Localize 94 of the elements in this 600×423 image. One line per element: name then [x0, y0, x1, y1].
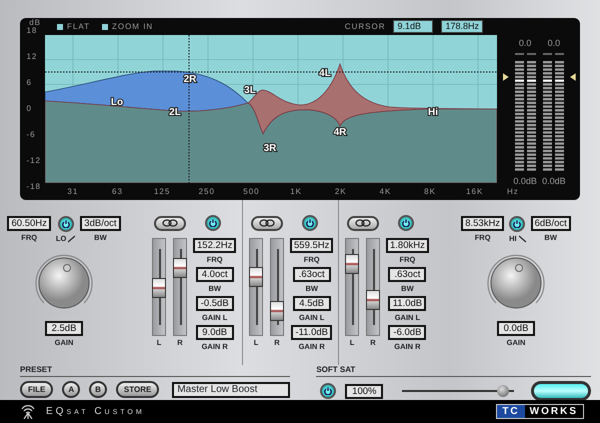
- axis-tick: -12: [26, 156, 41, 165]
- cursor-frequency-field: 178.8Hz: [441, 20, 483, 33]
- power-button[interactable]: [509, 216, 526, 232]
- axis-tick: -18: [26, 182, 41, 191]
- axis-tick: 250: [198, 186, 216, 198]
- value-field[interactable]: 11.0dB: [388, 296, 426, 311]
- section-title: PRESET: [20, 365, 290, 377]
- axis-tick: 12: [26, 52, 38, 61]
- brand-logo-text: TC: [497, 405, 525, 418]
- link-button[interactable]: [347, 216, 379, 230]
- fader-thumb[interactable]: [270, 300, 284, 321]
- band-handle-label[interactable]: 2L: [169, 107, 181, 118]
- axis-unit: dB: [29, 18, 41, 27]
- power-button[interactable]: [58, 216, 74, 232]
- axis-tick: 6: [26, 78, 33, 87]
- fader-thumb[interactable]: [173, 258, 187, 278]
- value-field[interactable]: 0.0dB: [497, 321, 535, 336]
- axis-tick: 63: [111, 186, 124, 198]
- axis-tick: 0: [26, 104, 33, 113]
- axis-tick: 125: [152, 186, 172, 198]
- value-field[interactable]: 559.5Hz: [290, 238, 334, 253]
- value-field[interactable]: 8.53kHz: [461, 216, 504, 231]
- axis-tick: 18: [26, 26, 38, 35]
- section-title: SOFT SAT: [316, 365, 592, 377]
- legend-label[interactable]: ZOOM IN: [112, 20, 154, 32]
- fader-thumb[interactable]: [345, 254, 359, 274]
- band-handle-label[interactable]: 3R: [264, 143, 276, 154]
- axis-tick: 31: [66, 186, 80, 198]
- link-icon: [355, 219, 371, 227]
- preset-button[interactable]: A: [62, 381, 80, 398]
- value-field[interactable]: -6.0dB: [388, 325, 426, 340]
- value-field[interactable]: 4.0oct: [196, 267, 234, 282]
- value-field[interactable]: 152.2Hz: [193, 238, 236, 253]
- square-icon: [57, 24, 63, 30]
- fader-thumb[interactable]: [366, 290, 380, 310]
- power-icon: [324, 387, 332, 395]
- slope-icon: [68, 234, 76, 242]
- value-field[interactable]: 100%: [345, 384, 384, 398]
- axis-tick: 16K: [465, 186, 484, 198]
- axis-tick: -6: [26, 130, 37, 139]
- axis-tick: 4K: [378, 186, 392, 198]
- band-handle-label[interactable]: 4R: [334, 127, 346, 138]
- value-field[interactable]: .63oct: [388, 267, 426, 282]
- meter-reading: 0.0dB: [542, 176, 566, 187]
- power-icon: [513, 220, 522, 228]
- slope-icon: [518, 234, 526, 242]
- fader-thumb[interactable]: [152, 278, 166, 298]
- cursor-label: CURSOR: [344, 20, 386, 32]
- value-field[interactable]: -11.0dB: [291, 325, 332, 340]
- power-button[interactable]: [205, 215, 221, 231]
- power-icon: [209, 219, 217, 227]
- cursor-gain-field: 9.1dB: [393, 20, 434, 33]
- value-field[interactable]: 6dB/oct: [530, 216, 571, 231]
- legend-label[interactable]: FLAT: [67, 20, 90, 32]
- preset-button[interactable]: FILE: [20, 381, 54, 398]
- preset-name-field[interactable]: Master Low Boost: [172, 382, 290, 398]
- link-button[interactable]: [154, 216, 186, 230]
- value-field[interactable]: 9.0dB: [196, 325, 234, 340]
- power-button[interactable]: [398, 215, 414, 231]
- power-icon: [306, 219, 314, 227]
- value-field[interactable]: 3dB/oct: [80, 216, 121, 231]
- square-icon: [102, 24, 108, 30]
- slider-thumb[interactable]: [497, 385, 510, 397]
- meter-peak-reading: 0.0: [518, 38, 532, 49]
- meter-peak-reading: 0.0: [548, 38, 560, 49]
- power-icon: [402, 219, 410, 227]
- value-field[interactable]: -0.5dB: [196, 296, 234, 311]
- peak-marker-icon: [503, 73, 509, 81]
- meter-reading: 0.0dB: [513, 176, 537, 187]
- band-handle-label[interactable]: Hi: [428, 107, 438, 118]
- link-button[interactable]: [251, 216, 283, 230]
- axis-unit: Hz: [507, 186, 519, 198]
- value-field[interactable]: .63oct: [292, 267, 331, 282]
- value-field[interactable]: 60.50Hz: [7, 216, 51, 231]
- fader-thumb[interactable]: [249, 267, 263, 288]
- status-lamp[interactable]: [531, 381, 592, 401]
- peak-marker-icon: [570, 73, 576, 81]
- value-field[interactable]: 2.5dB: [45, 321, 83, 336]
- axis-tick: 1K: [289, 186, 303, 198]
- preset-button[interactable]: B: [89, 381, 107, 398]
- link-icon: [259, 219, 275, 227]
- preset-button[interactable]: STORE: [116, 381, 160, 398]
- axis-tick: 8K: [423, 186, 437, 198]
- product-name: EQsat Custom: [46, 405, 145, 419]
- brand-logo-text: WORKS: [528, 405, 579, 418]
- link-icon: [162, 219, 178, 227]
- power-button[interactable]: [302, 215, 318, 231]
- power-button[interactable]: [320, 383, 336, 399]
- axis-tick: 2K: [334, 186, 348, 198]
- power-icon: [62, 220, 70, 228]
- antenna-logo-icon: [20, 404, 36, 418]
- axis-tick: 500: [242, 186, 261, 198]
- value-field[interactable]: 4.5dB: [292, 296, 331, 311]
- value-field[interactable]: 1.80kHz: [386, 238, 429, 253]
